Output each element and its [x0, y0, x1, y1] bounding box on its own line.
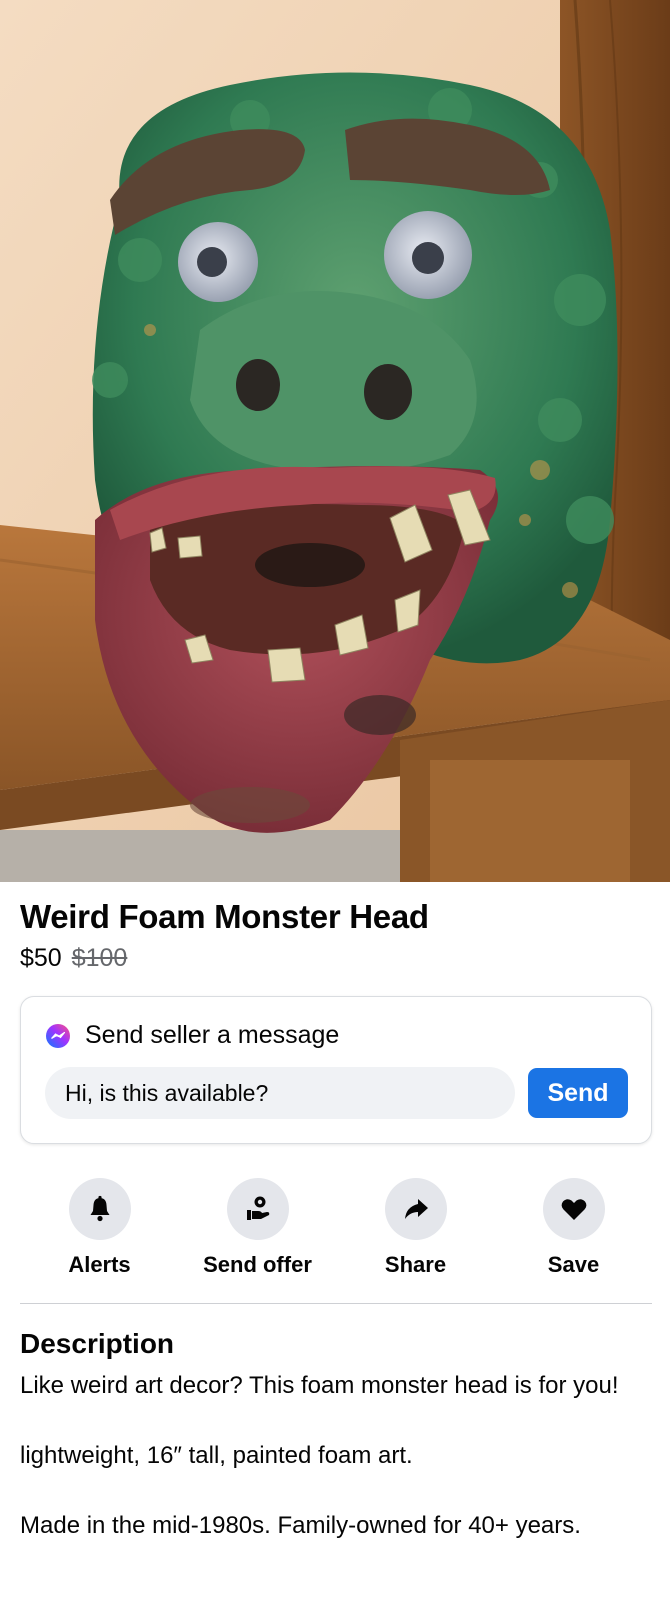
- send-offer-button[interactable]: Send offer: [178, 1178, 337, 1278]
- save-button[interactable]: Save: [494, 1178, 653, 1278]
- message-input[interactable]: [45, 1067, 515, 1119]
- description-paragraph: Like weird art decor? This foam monster …: [20, 1372, 619, 1399]
- listing-photo[interactable]: [0, 0, 670, 882]
- description-paragraph: Made in the mid-1980s. Family-owned for …: [20, 1512, 581, 1539]
- message-seller-card: Send seller a message Send: [20, 996, 652, 1144]
- price-row: $50 $100: [20, 944, 127, 973]
- current-price: $50: [20, 944, 62, 972]
- monster-head-image: [0, 0, 670, 882]
- message-heading: Send seller a message: [85, 1021, 340, 1049]
- original-price: $100: [71, 944, 128, 972]
- send-button[interactable]: Send: [528, 1068, 628, 1118]
- alerts-label: Alerts: [68, 1252, 131, 1277]
- messenger-icon: [46, 1023, 70, 1048]
- message-heading-row: Send seller a message: [45, 1021, 339, 1050]
- alerts-circle[interactable]: [68, 1178, 131, 1240]
- description-body: Like weird art decor? This foam monster …: [20, 1368, 650, 1544]
- offer-hand-icon: [246, 1196, 269, 1220]
- bell-icon: [90, 1195, 109, 1222]
- send-offer-circle[interactable]: [226, 1178, 289, 1240]
- description-heading: Description: [20, 1328, 175, 1359]
- section-divider: [20, 1303, 652, 1304]
- save-circle[interactable]: [542, 1178, 605, 1240]
- share-label: Share: [384, 1252, 447, 1277]
- action-bar: Alerts Send offer Share Save: [20, 1178, 652, 1278]
- heart-icon: [561, 1199, 586, 1220]
- save-label: Save: [547, 1252, 600, 1277]
- description-paragraph: lightweight, 16″ tall, painted foam art.: [20, 1442, 413, 1469]
- send-offer-label: Send offer: [203, 1252, 312, 1277]
- listing-title: Weird Foam Monster Head: [20, 898, 429, 935]
- share-button[interactable]: Share: [336, 1178, 495, 1278]
- alerts-button[interactable]: Alerts: [20, 1178, 179, 1278]
- share-circle[interactable]: [384, 1178, 447, 1240]
- share-arrow-icon: [404, 1199, 428, 1219]
